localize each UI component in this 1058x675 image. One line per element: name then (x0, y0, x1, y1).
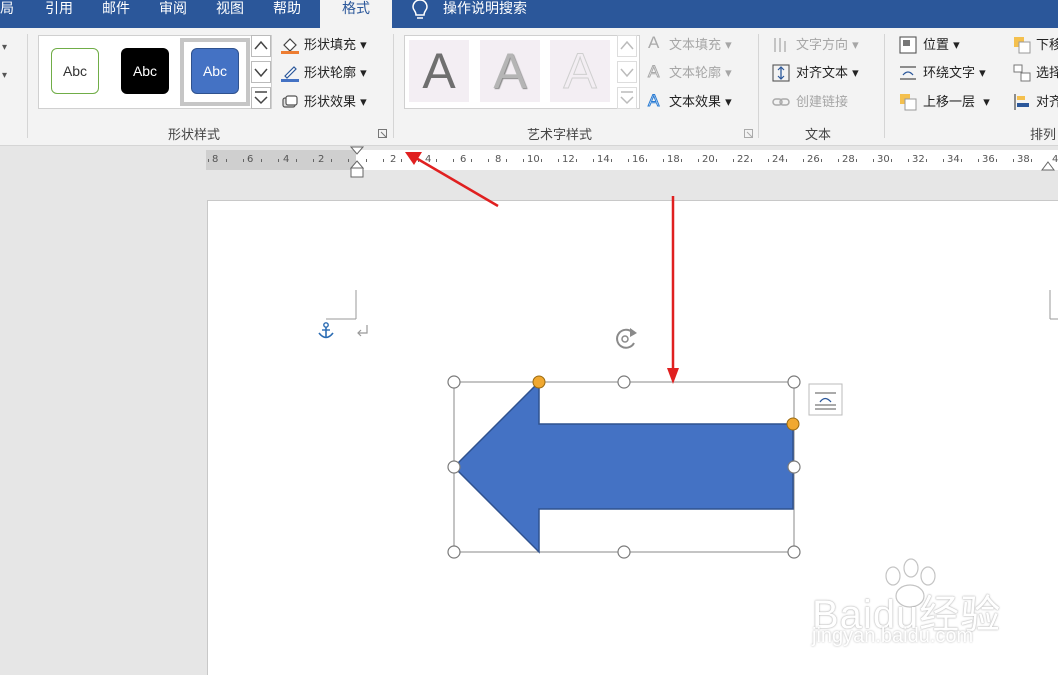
resize-handle-top-left[interactable] (447, 375, 461, 389)
resize-handle-bottom-right[interactable] (787, 545, 801, 559)
adjust-handle-shaft[interactable] (786, 417, 800, 431)
anchor-icon[interactable] (318, 322, 334, 339)
resize-handle-right[interactable] (787, 460, 801, 474)
layout-options-icon[interactable] (808, 383, 843, 416)
rotate-handle-icon[interactable] (616, 328, 637, 349)
resize-handle-bottom-left[interactable] (447, 545, 461, 559)
left-arrow-shape[interactable] (452, 380, 794, 554)
resize-handle-left[interactable] (447, 460, 461, 474)
annotation-arrow-shape (667, 196, 679, 384)
annotation-arrow-ruler (405, 152, 499, 208)
watermark-url: jingyan.baidu.com (812, 625, 974, 647)
paragraph-mark-icon (357, 325, 368, 337)
margin-corner-mark-right (1049, 290, 1058, 320)
canvas-overlay (318, 152, 1058, 608)
resize-handle-bottom[interactable] (617, 545, 631, 559)
resize-handle-top-right[interactable] (787, 375, 801, 389)
margin-corner-mark (326, 290, 357, 320)
adjust-handle-arrowhead[interactable] (532, 375, 546, 389)
resize-handle-top[interactable] (617, 375, 631, 389)
